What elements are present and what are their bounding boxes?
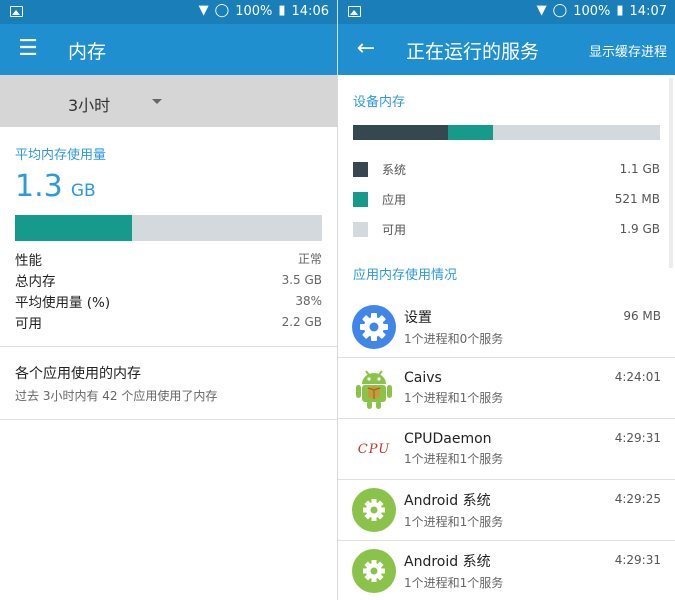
avg-memory-value: 1.3	[15, 169, 63, 204]
legend-label: 系统	[382, 162, 407, 177]
legend-row: 系统 1.1 GB	[353, 154, 660, 184]
dropdown-arrow-icon	[152, 99, 162, 104]
battery-icon: ▮	[616, 3, 624, 18]
clock: 14:07	[629, 3, 667, 19]
status-bar: ▼ ◯ 100% ▮ 14:06	[0, 0, 337, 24]
app-bar: ☰ 内存	[0, 24, 337, 75]
battery-percent: 100%	[573, 3, 611, 19]
app-item-cpudaemon[interactable]: CPU CPUDaemon 1个进程和1个服务 4:29:31	[338, 419, 675, 480]
memory-stats: 性能 正常 总内存 3.5 GB 平均使用量 (%) 38% 可用 2.2 GB	[15, 248, 322, 332]
app-value: 96 MB	[623, 309, 661, 323]
app-item-settings[interactable]: 设置 1个进程和0个服务 96 MB	[338, 297, 675, 358]
app-list: 设置 1个进程和0个服务 96 MB Caivs 1个进程和1个服务 4:24:…	[338, 297, 675, 600]
apps-memory-item[interactable]: 各个应用使用的内存 过去 3小时内有 42 个应用使用了内存	[0, 347, 337, 419]
image-notification-icon	[348, 6, 361, 17]
app-item-caivs[interactable]: Caivs 1个进程和1个服务 4:24:01	[338, 358, 675, 419]
wifi-icon: ▼	[198, 3, 209, 18]
stat-label: 总内存	[15, 273, 56, 290]
avg-memory-unit: GB	[70, 181, 96, 201]
stat-row: 可用 2.2 GB	[15, 311, 322, 332]
app-processes: 1个进程和1个服务	[404, 452, 504, 466]
memory-panel: ▼ ◯ 100% ▮ 14:06 ☰ 内存 3小时 平均内存使用量 1.3 GB…	[0, 0, 337, 600]
legend-row: 可用 1.9 GB	[353, 214, 660, 244]
legend-swatch	[353, 161, 368, 177]
memory-usage-bar	[15, 215, 322, 241]
clock: 14:06	[291, 3, 329, 19]
cpu-logo-icon: CPU	[357, 441, 391, 457]
legend-row: 应用 521 MB	[353, 184, 660, 214]
menu-icon[interactable]: ☰	[16, 38, 40, 62]
battery-percent: 100%	[235, 3, 273, 19]
app-processes: 1个进程和0个服务	[404, 332, 504, 346]
apps-memory-title: 各个应用使用的内存	[15, 366, 141, 382]
app-item-android-system[interactable]: Android 系统 1个进程和1个服务 4:29:25	[338, 480, 675, 541]
stat-label: 平均使用量 (%)	[15, 294, 111, 311]
legend-label: 可用	[382, 222, 407, 237]
legend-label: 应用	[382, 192, 407, 207]
memory-usage-fill	[15, 215, 132, 241]
stat-row: 性能 正常	[15, 248, 322, 269]
device-memory-bar	[353, 125, 660, 140]
period-dropdown[interactable]: 3小时	[0, 75, 337, 127]
app-processes: 1个进程和1个服务	[404, 515, 504, 529]
stat-row: 平均使用量 (%) 38%	[15, 290, 322, 311]
app-processes: 1个进程和1个服务	[404, 391, 504, 405]
scrollbar[interactable]	[669, 78, 673, 268]
legend-value: 1.1 GB	[619, 162, 660, 176]
stat-label: 可用	[15, 315, 42, 332]
running-services-panel: ▼ ◯ 100% ▮ 14:07 ← 正在运行的服务 显示缓存进程 设备内存 系…	[338, 0, 675, 600]
legend-value: 1.9 GB	[619, 222, 660, 236]
stat-value: 3.5 GB	[281, 272, 322, 287]
app-value: 4:29:31	[614, 553, 661, 567]
apps-memory-subtitle: 过去 3小时内有 42 个应用使用了内存	[15, 389, 218, 403]
image-notification-icon	[10, 6, 23, 17]
legend-swatch	[353, 191, 368, 207]
battery-icon: ▮	[278, 3, 286, 18]
status-bar: ▼ ◯ 100% ▮ 14:07	[338, 0, 675, 24]
settings-icon	[351, 304, 397, 350]
wifi-icon: ▼	[536, 3, 547, 18]
app-memory-usage-label: 应用内存使用情况	[353, 268, 458, 283]
apps-segment	[448, 125, 493, 140]
app-item-android-system[interactable]: Android 系统 1个进程和1个服务 4:29:31	[338, 541, 675, 600]
android-icon	[351, 365, 397, 411]
legend-swatch	[353, 221, 368, 237]
back-arrow-icon[interactable]: ←	[354, 38, 378, 62]
android-system-icon	[351, 487, 397, 533]
no-sim-icon: ◯	[214, 3, 230, 18]
stat-value: 2.2 GB	[281, 314, 322, 329]
android-system-icon	[351, 548, 397, 594]
legend-value: 521 MB	[614, 192, 660, 206]
stat-label: 性能	[15, 252, 42, 269]
system-segment	[353, 125, 449, 140]
no-sim-icon: ◯	[552, 3, 568, 18]
divider	[0, 419, 337, 420]
app-value: 4:29:31	[614, 431, 661, 445]
app-processes: 1个进程和1个服务	[404, 576, 504, 590]
stat-value: 正常	[297, 252, 322, 266]
app-value: 4:24:01	[614, 370, 661, 384]
app-bar: ← 正在运行的服务 显示缓存进程	[338, 24, 675, 75]
stat-value: 38%	[295, 293, 322, 308]
memory-legend: 系统 1.1 GB 应用 521 MB 可用 1.9 GB	[353, 154, 660, 244]
period-value: 3小时	[68, 96, 111, 115]
device-memory-label: 设备内存	[353, 95, 406, 110]
page-title: 内存	[68, 41, 107, 63]
page-title: 正在运行的服务	[406, 41, 540, 63]
stat-row: 总内存 3.5 GB	[15, 269, 322, 290]
app-value: 4:29:25	[614, 492, 661, 506]
show-cached-processes-button[interactable]: 显示缓存进程	[589, 41, 667, 60]
avg-memory-label: 平均内存使用量	[15, 148, 107, 163]
